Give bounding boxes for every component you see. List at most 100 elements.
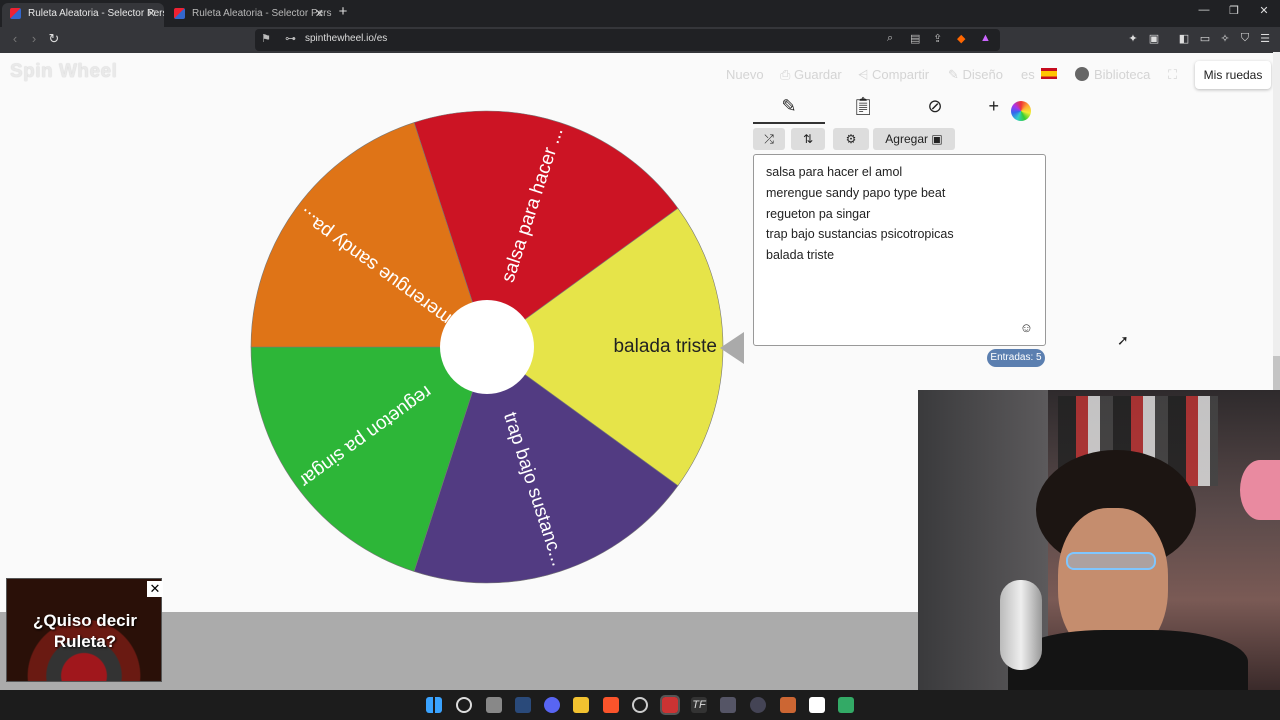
task-view-icon[interactable] bbox=[486, 697, 502, 713]
steam-icon[interactable] bbox=[515, 697, 531, 713]
pencil-icon: ✎ bbox=[948, 67, 959, 82]
roulette-ad[interactable]: ¿Quiso decir Ruleta? ✕ bbox=[6, 578, 163, 682]
app-icon[interactable] bbox=[809, 697, 825, 713]
bookmark-icon[interactable]: ⚑ bbox=[261, 32, 271, 45]
webcam-overlay bbox=[918, 390, 1280, 690]
clipboard-icon: 📋︎ bbox=[851, 96, 875, 116]
diseno-label: Diseño bbox=[962, 67, 1003, 82]
wheel-pointer-icon bbox=[720, 332, 744, 364]
spin-wheel[interactable]: salsa para hacer ...balada tristetrap ba… bbox=[250, 110, 724, 584]
editor-toolbar: ⤮ ⇅ ⚙ Agregar ▣ bbox=[753, 128, 1053, 150]
browser-tab-active[interactable]: Ruleta Aleatoria - Selector Perso ✕ bbox=[2, 3, 164, 27]
scrollbar-thumb[interactable] bbox=[1273, 356, 1280, 391]
biblioteca-button[interactable]: Biblioteca bbox=[1094, 67, 1150, 82]
forward-icon[interactable]: › bbox=[25, 31, 43, 46]
entry-line: merengue sandy papo type beat bbox=[766, 185, 946, 200]
share-icon[interactable]: ⇪ bbox=[933, 32, 942, 45]
sort-button[interactable]: ⇅ bbox=[791, 128, 825, 150]
entry-line: regueton pa singar bbox=[766, 206, 871, 221]
nuevo-button[interactable]: Nuevo bbox=[726, 67, 764, 82]
add-image-label: Agregar bbox=[885, 132, 928, 146]
favicon-icon bbox=[174, 8, 185, 19]
spin-wheel-logo[interactable]: Spin Wheel bbox=[10, 61, 117, 83]
new-tab-button[interactable]: + bbox=[336, 3, 350, 20]
ad-close-button[interactable]: ✕ bbox=[147, 581, 163, 597]
ad-line-2: Ruleta? bbox=[53, 632, 117, 651]
extensions-icon[interactable]: ✦ bbox=[1124, 32, 1142, 45]
tf-app-icon[interactable]: TF bbox=[691, 697, 707, 713]
reader-icon[interactable]: ▤ bbox=[910, 32, 920, 45]
tab-title: Ruleta Aleatoria - Selector Personaliz bbox=[192, 8, 332, 19]
pencil-icon: ✎ bbox=[781, 96, 797, 116]
rewards-icon[interactable]: ▲ bbox=[980, 32, 991, 44]
compartir-button[interactable]: ⩤ Compartir bbox=[858, 67, 929, 83]
wallet2-icon[interactable]: ▭ bbox=[1196, 32, 1214, 45]
entries-count-badge: Entradas: 5 bbox=[987, 349, 1045, 367]
minimize-icon[interactable]: — bbox=[1194, 4, 1214, 16]
entry-line: trap bajo sustancias psicotropicas bbox=[766, 227, 954, 242]
wheel-segment-label: balada triste bbox=[613, 336, 717, 357]
save-icon: ⎙ bbox=[780, 67, 791, 82]
sidebar-icon[interactable]: ◧ bbox=[1175, 32, 1193, 45]
brave-shield-icon[interactable]: ◆ bbox=[957, 32, 965, 45]
language-selector[interactable]: es bbox=[1021, 67, 1035, 82]
windows-start-icon[interactable] bbox=[426, 697, 442, 713]
emoji-icon[interactable]: ☺ bbox=[1020, 320, 1033, 335]
add-image-button[interactable]: Agregar ▣ bbox=[873, 128, 955, 150]
entry-line: salsa para hacer el amol bbox=[766, 165, 903, 179]
search-icon[interactable] bbox=[456, 697, 472, 713]
discord-icon[interactable] bbox=[544, 697, 560, 713]
tab-title: Ruleta Aleatoria - Selector Perso bbox=[28, 8, 164, 19]
favicon-icon bbox=[10, 8, 21, 19]
tab-results[interactable]: 📋︎ bbox=[827, 96, 899, 124]
close-tab-icon[interactable]: ✕ bbox=[315, 3, 324, 25]
entry-line: balada triste bbox=[766, 248, 835, 263]
obs-icon[interactable] bbox=[632, 697, 648, 713]
editor-tabs: ✎ 📋︎ ⊘ + bbox=[753, 96, 1045, 124]
back-icon[interactable]: ‹ bbox=[6, 31, 24, 46]
close-window-icon[interactable]: ✕ bbox=[1254, 4, 1274, 17]
mis-ruedas-button[interactable]: Mis ruedas bbox=[1195, 61, 1271, 89]
spain-flag-icon[interactable] bbox=[1041, 68, 1057, 79]
vpn-icon[interactable]: ⛉ bbox=[1236, 32, 1254, 45]
settings-button[interactable]: ⚙ bbox=[833, 128, 869, 150]
compartir-label: Compartir bbox=[872, 67, 930, 82]
color-palette-icon[interactable] bbox=[1011, 101, 1031, 121]
globe-icon bbox=[1075, 67, 1089, 81]
address-bar[interactable]: ⚑ ⊶ spinthewheel.io/es ⌕ ▤ ⇪ ◆ ▲ bbox=[255, 29, 1000, 51]
microphone-icon bbox=[1000, 580, 1042, 670]
wheel-center-hub[interactable] bbox=[440, 300, 534, 394]
restore-icon[interactable]: ❐ bbox=[1224, 4, 1244, 17]
ad-headline: ¿Quiso decir Ruleta? bbox=[7, 610, 163, 652]
webcam-lamp bbox=[1240, 460, 1280, 520]
shuffle-icon: ⤮ bbox=[764, 132, 774, 146]
tab-edit[interactable]: ✎ bbox=[753, 96, 825, 124]
add-wheel-button[interactable]: + bbox=[969, 96, 999, 124]
app-icon[interactable] bbox=[750, 697, 766, 713]
shuffle-button[interactable]: ⤮ bbox=[753, 128, 785, 150]
sort-icon: ⇅ bbox=[802, 132, 814, 146]
zoom-icon[interactable]: ⌕ bbox=[887, 32, 893, 45]
entries-textarea[interactable]: salsa para hacer el amol merengue sandy … bbox=[753, 154, 1046, 346]
fullscreen-icon[interactable]: ⛶ bbox=[1168, 67, 1177, 83]
eye-slash-icon: ⊘ bbox=[927, 96, 943, 116]
diseno-button[interactable]: ✎ Diseño bbox=[948, 67, 1003, 83]
menu-icon[interactable]: ☰ bbox=[1256, 32, 1274, 45]
app-active-icon[interactable] bbox=[660, 695, 680, 715]
app-icon[interactable] bbox=[720, 697, 736, 713]
app-icon[interactable] bbox=[838, 697, 854, 713]
brave-icon[interactable] bbox=[603, 697, 619, 713]
guardar-button[interactable]: ⎙ Guardar bbox=[780, 67, 842, 83]
site-info-icon[interactable]: ⊶ bbox=[285, 32, 296, 45]
browser-toolbar: ‹ › ↻ ⚑ ⊶ spinthewheel.io/es ⌕ ▤ ⇪ ◆ ▲ ✦… bbox=[0, 27, 1280, 53]
app-icon[interactable] bbox=[780, 697, 796, 713]
file-explorer-icon[interactable] bbox=[573, 697, 589, 713]
reload-icon[interactable]: ↻ bbox=[45, 31, 63, 47]
wallet-icon[interactable]: ▣ bbox=[1145, 32, 1163, 45]
leo-icon[interactable]: ✧ bbox=[1216, 32, 1234, 45]
tab-hidden[interactable]: ⊘ bbox=[899, 96, 971, 124]
browser-tab-inactive[interactable]: Ruleta Aleatoria - Selector Personaliz ✕ bbox=[166, 3, 332, 27]
share-icon: ⩤ bbox=[858, 67, 869, 82]
url-text[interactable]: spinthewheel.io/es bbox=[305, 33, 387, 44]
close-tab-icon[interactable]: ✕ bbox=[147, 3, 156, 25]
